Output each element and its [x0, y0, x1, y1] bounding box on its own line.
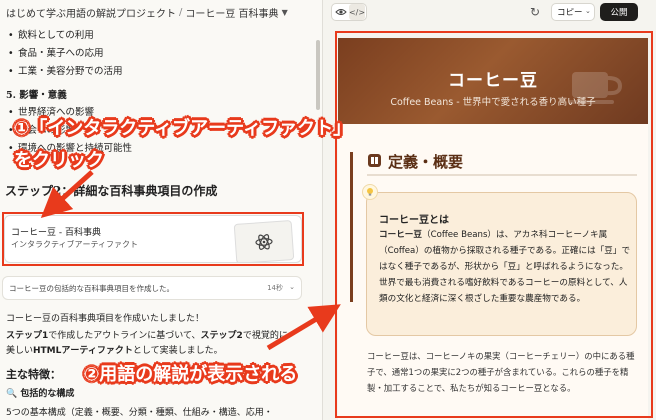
breadcrumb: はじめて学ぶ用語の解説プロジェクト / コーヒー豆 百科事典 ▼ [6, 4, 288, 20]
completion-message: コーヒー豆の百科事典項目を作成いたしました！ [6, 314, 205, 324]
breadcrumb-separator: / [179, 6, 183, 18]
breadcrumb-project[interactable]: はじめて学ぶ用語の解説プロジェクト [6, 5, 176, 20]
list-item: 飲料としての利用 [8, 27, 123, 45]
code-icon[interactable]: </> [349, 4, 365, 20]
text: で視覚的に [242, 331, 288, 341]
breadcrumb-page[interactable]: コーヒー豆 百科事典 [185, 5, 278, 20]
refresh-icon[interactable]: ↻ [527, 4, 543, 20]
bold-text: ステップ1 [6, 331, 49, 341]
text: で作成したアウトラインに基づいて、 [48, 331, 201, 341]
chevron-down-icon[interactable]: ⌄ [585, 7, 591, 15]
feature-detail: 5つの基本構成（定義・概要、分類・種類、仕組み・構造、応用・ [6, 408, 273, 418]
text: 美しい [6, 346, 34, 356]
elapsed-time: 14秒 [267, 284, 283, 292]
feature-item: 🔍 包括的な構成 [6, 389, 75, 399]
section-heading: 5. 影響・意義 [6, 90, 67, 101]
list-item: 食品・菓子への応用 [8, 45, 123, 63]
artifact-toolbar: </> ↻ コピー ⌄ 公開 [323, 0, 656, 26]
annotation-step1: ①「インタラクティブアーティファクト」 [14, 118, 352, 139]
step-heading: ステップ2：詳細な百科事典項目の作成 [5, 184, 218, 198]
list-item: 工業・美容分野での活用 [8, 63, 123, 81]
publish-button[interactable]: 公開 [600, 3, 638, 21]
chevron-down-icon[interactable]: ▼ [282, 8, 288, 17]
chevron-down-icon[interactable]: ⌄ [289, 283, 295, 291]
usage-list: 飲料としての利用 食品・菓子への応用 工業・美容分野での活用 [8, 27, 123, 81]
artifact-summary-text: コーヒー豆の包括的な百科事典項目を作成した。 [9, 284, 174, 293]
bold-text: ステップ2 [200, 331, 243, 341]
highlight-box-card [2, 212, 304, 266]
eye-icon[interactable] [333, 4, 349, 20]
response-paragraph: ステップ1で作成したアウトラインに基づいて、ステップ2で視覚的に美しいHTMLア… [6, 329, 311, 359]
scrollbar[interactable] [316, 40, 320, 110]
highlight-box-artifact [335, 31, 653, 418]
features-heading: 主な特徴： [6, 368, 61, 381]
annotation-step1-line2: をクリック [14, 150, 104, 171]
annotation-step2: ②用語の解説が表示される [84, 364, 298, 385]
text: として実装しました。 [132, 346, 223, 356]
chat-pane: はじめて学ぶ用語の解説プロジェクト / コーヒー豆 百科事典 ▼ 飲料としての利… [0, 0, 322, 420]
artifact-summary-row[interactable]: コーヒー豆の包括的な百科事典項目を作成した。 14秒 ⌄ [2, 276, 302, 300]
bold-text: HTMLアーティファクト [33, 346, 133, 356]
